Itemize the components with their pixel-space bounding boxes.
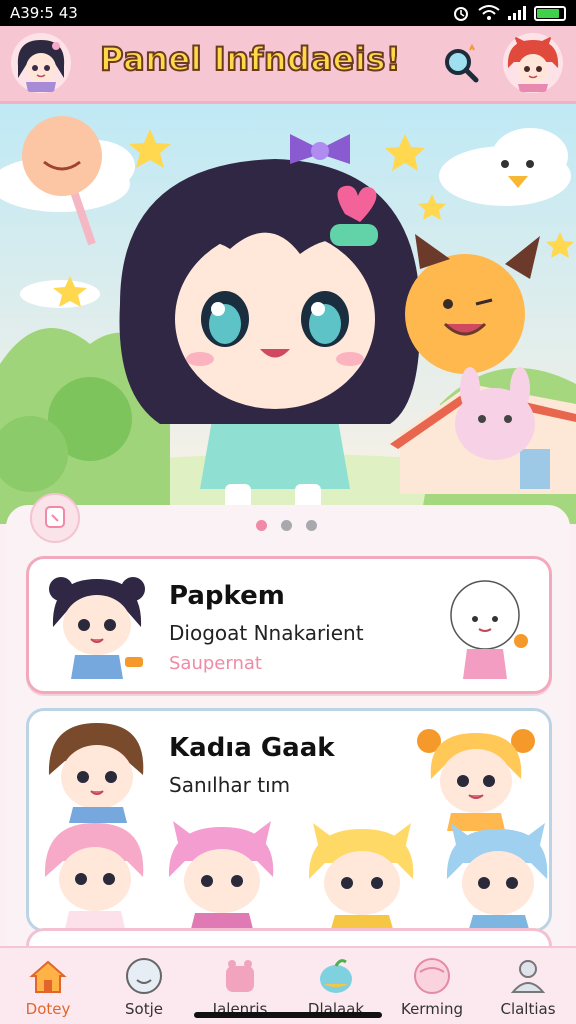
tab-home[interactable]: Dotey: [0, 948, 96, 1024]
card-title: Papkem: [169, 581, 285, 611]
blue-cat-girl-icon: [446, 823, 548, 929]
battery-icon: [534, 5, 566, 21]
bag-icon: [226, 960, 254, 992]
next-card[interactable]: [26, 928, 552, 948]
tab-label: Claltias: [500, 1000, 556, 1018]
pink-hair-girl-icon: [44, 823, 144, 929]
signal-icon: [508, 6, 526, 20]
status-bar: A39:5 43: [0, 0, 576, 26]
carousel-dot[interactable]: [281, 520, 292, 531]
carousel-dot[interactable]: [306, 520, 317, 531]
tab-label: Kerming: [400, 1000, 464, 1018]
carousel-indicator[interactable]: [256, 520, 317, 531]
search-icon[interactable]: [440, 44, 482, 86]
ball-icon: [414, 958, 450, 994]
card-subtitle: Diogoat Nnakarient: [169, 621, 364, 645]
home-icon: [29, 960, 67, 993]
yellow-cat-girl-icon: [308, 823, 414, 929]
pink-cat-girl-icon: [168, 821, 274, 929]
tab-ball[interactable]: Kerming: [384, 948, 480, 1024]
hero-illustration: [0, 104, 576, 524]
girl-avatar-icon[interactable]: [10, 32, 72, 94]
ghost-character-icon: [450, 580, 528, 679]
brown-hair-girl-icon: [48, 723, 144, 823]
tab-profile[interactable]: Claltias: [480, 948, 576, 1024]
alarm-icon: [454, 7, 468, 21]
sticker-button[interactable]: [30, 493, 80, 543]
app-header: Panel Infndaeis!: [0, 26, 576, 104]
battery-level: [537, 8, 560, 18]
group-card[interactable]: Kadıa Gaak Sanılhar tım: [26, 708, 552, 932]
status-time: A39:5 43: [10, 4, 78, 22]
app-title: Panel Infndaeis!: [99, 39, 401, 79]
person-icon: [510, 960, 546, 993]
red-hair-avatar-icon[interactable]: [502, 32, 564, 94]
face-icon: [126, 958, 162, 994]
orange-pigtail-girl-icon: [417, 729, 535, 831]
tab-label: Dotey: [25, 1000, 71, 1018]
card-tag: Saupernat: [169, 653, 262, 674]
carousel-dot[interactable]: [256, 520, 267, 531]
apple-icon: [320, 959, 352, 993]
card-subtitle: Sanılhar tım: [169, 773, 291, 797]
tab-face[interactable]: Sotje: [96, 948, 192, 1024]
bear-girl-icon: [49, 577, 145, 679]
card-title: Kadıa Gaak: [169, 733, 335, 763]
character-card[interactable]: Papkem Diogoat Nnakarient Saupernat: [26, 556, 552, 694]
sticker-icon: [45, 506, 65, 528]
tab-label: Sotje: [125, 1000, 163, 1018]
wifi-icon: [478, 5, 500, 20]
hero-banner[interactable]: [0, 104, 576, 524]
character-group-illustration: [44, 821, 548, 929]
home-indicator[interactable]: [194, 1012, 382, 1018]
